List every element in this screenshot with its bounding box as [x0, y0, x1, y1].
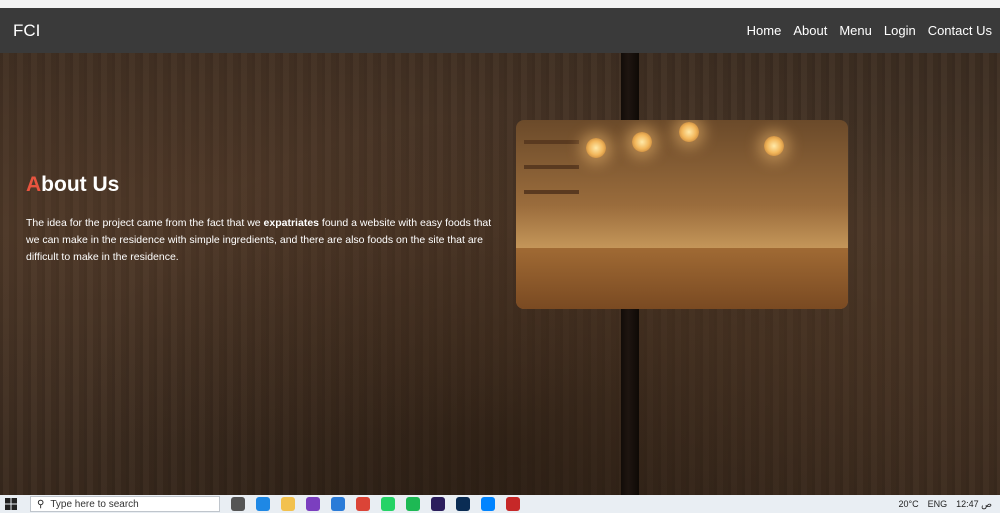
brand-logo[interactable]: FCI [13, 21, 40, 41]
about-description: The idea for the project came from the f… [26, 215, 496, 266]
pendant-lamp-icon [632, 132, 652, 152]
temperature[interactable]: 20°C [898, 499, 918, 509]
about-title: About Us [26, 173, 119, 197]
navbar: FCI Home About Menu Login Contact Us [0, 8, 1000, 53]
nav-link-about[interactable]: About [793, 23, 827, 38]
wooden-table [516, 248, 848, 309]
search-placeholder: Type here to search [50, 498, 139, 510]
about-section: About Us The idea for the project came f… [0, 53, 1000, 495]
nav-link-menu[interactable]: Menu [839, 23, 872, 38]
clock[interactable]: 12:47 ص [956, 499, 992, 510]
nav-link-home[interactable]: Home [747, 23, 782, 38]
pendant-lamp-icon [679, 122, 699, 142]
system-tray: 20°C ENG 12:47 ص [898, 499, 1000, 510]
pendant-lamp-icon [764, 136, 784, 156]
restaurant-interior-image [516, 120, 848, 309]
windows-logo-icon [5, 498, 17, 510]
chrome-icon[interactable] [356, 497, 370, 511]
taskbar-search-input[interactable]: ⚲ Type here to search [30, 496, 220, 512]
pendant-lamp-icon [586, 138, 606, 158]
shelf [524, 140, 579, 144]
task-view-icon[interactable] [231, 497, 245, 511]
language-indicator[interactable]: ENG [928, 499, 948, 509]
windows-taskbar: ⚲ Type here to search 20°C ENG 12:47 ص [0, 495, 1000, 513]
about-title-accent: A [26, 173, 42, 196]
edge-icon[interactable] [256, 497, 270, 511]
photoshop-icon[interactable] [456, 497, 470, 511]
whatsapp-icon[interactable] [381, 497, 395, 511]
premiere-icon[interactable] [431, 497, 445, 511]
about-text-start: The idea for the project came from the f… [26, 217, 264, 229]
nav-link-login[interactable]: Login [884, 23, 916, 38]
about-title-rest: bout Us [41, 173, 120, 196]
vscode-icon[interactable] [331, 497, 345, 511]
shelf [524, 165, 579, 169]
file-explorer-icon[interactable] [281, 497, 295, 511]
start-button[interactable] [0, 495, 22, 513]
nav-link-contact-us[interactable]: Contact Us [928, 23, 992, 38]
about-text-bold: expatriates [263, 217, 319, 229]
spotify-icon[interactable] [406, 497, 420, 511]
nav-links: Home About Menu Login Contact Us [735, 23, 992, 38]
acrobat-icon[interactable] [506, 497, 520, 511]
visual-studio-icon[interactable] [306, 497, 320, 511]
messenger-icon[interactable] [481, 497, 495, 511]
search-icon: ⚲ [37, 498, 45, 510]
shelf [524, 190, 579, 194]
